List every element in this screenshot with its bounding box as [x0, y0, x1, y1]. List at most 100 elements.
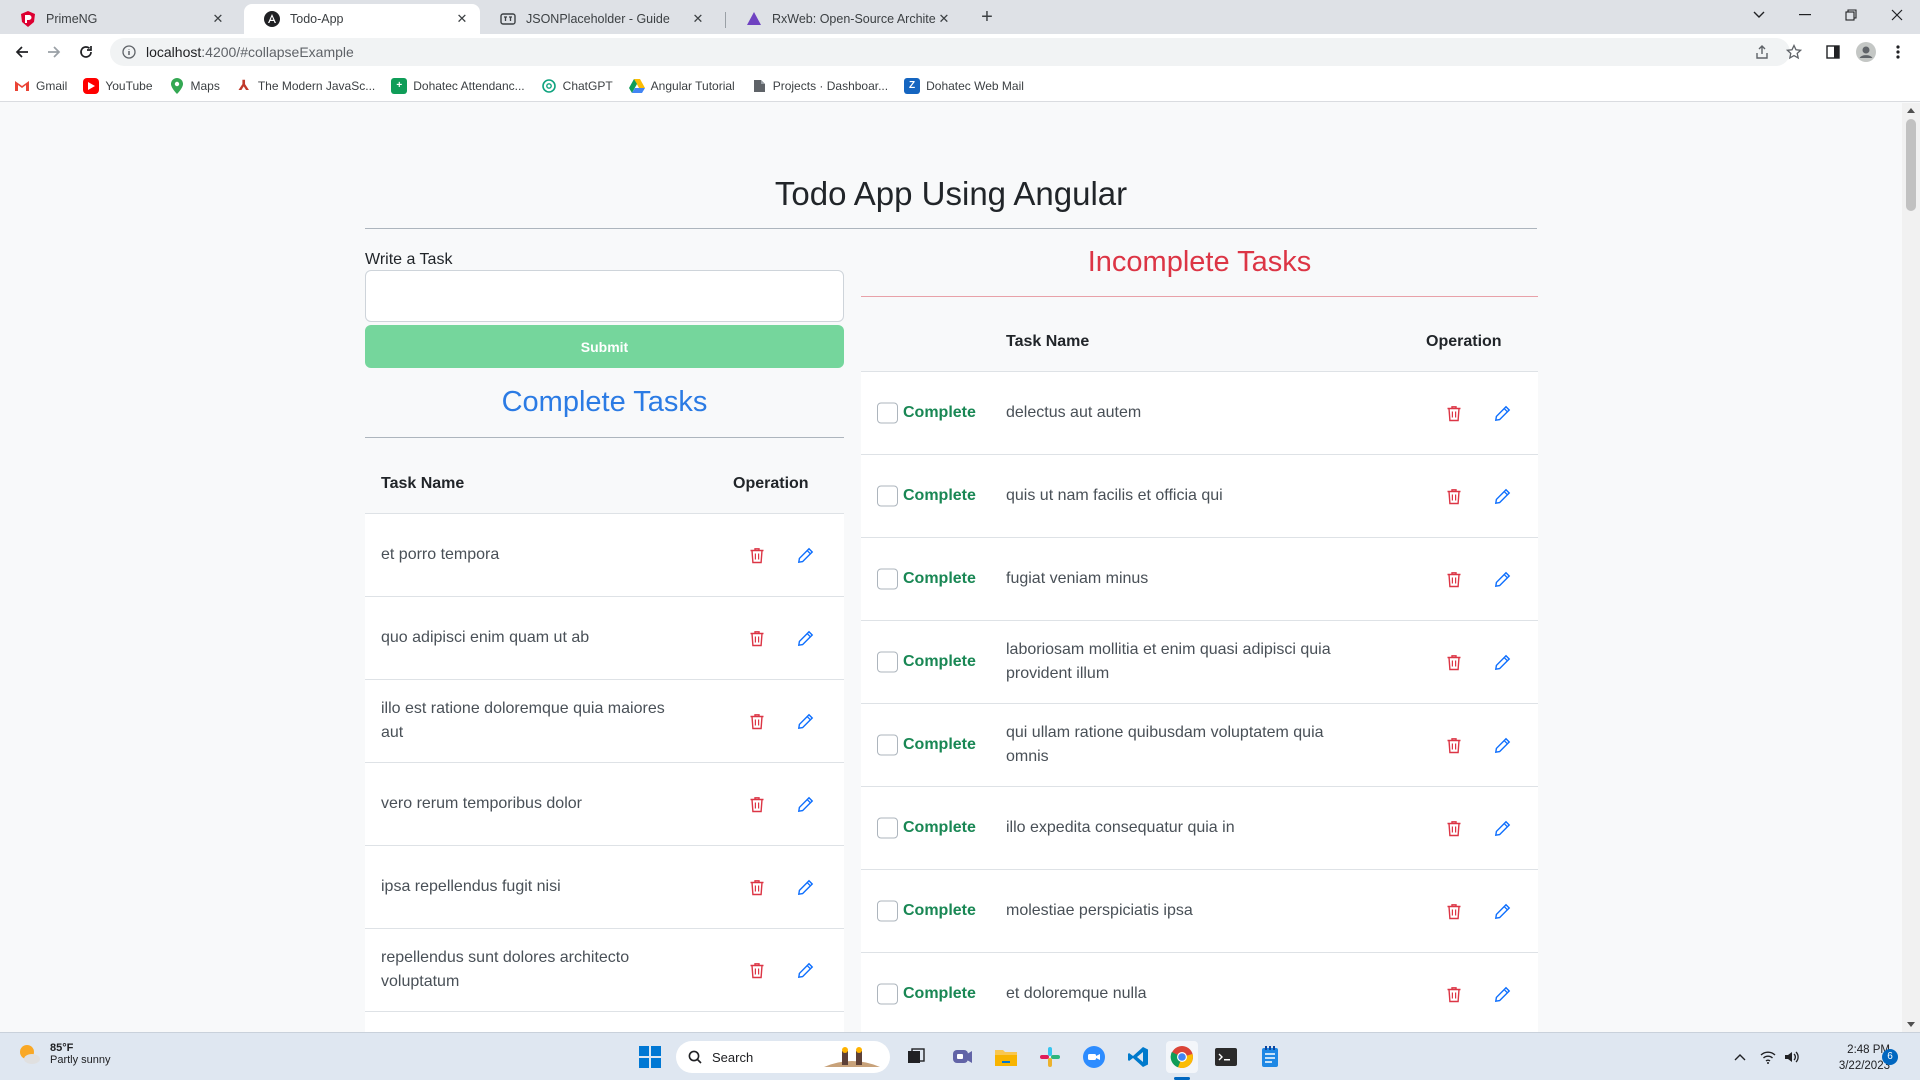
taskbar-clock[interactable]: 2:48 PM 3/22/2023 — [1810, 1042, 1890, 1074]
close-tab-icon[interactable]: ✕ — [690, 11, 706, 27]
task-view-icon[interactable] — [900, 1041, 932, 1073]
delete-icon[interactable] — [1443, 900, 1465, 922]
complete-label[interactable]: Complete — [903, 736, 976, 754]
volume-icon[interactable] — [1780, 1041, 1804, 1073]
close-tab-icon[interactable]: ✕ — [210, 11, 226, 27]
complete-label[interactable]: Complete — [903, 570, 976, 588]
edit-icon[interactable] — [1491, 651, 1513, 673]
taskbar-search-box[interactable]: Search — [676, 1041, 890, 1073]
table-row: ipsa repellendus fugit nisi — [365, 846, 844, 929]
site-info-icon[interactable] — [122, 45, 136, 59]
complete-label[interactable]: Complete — [903, 819, 976, 837]
complete-label[interactable]: Complete — [903, 653, 976, 671]
complete-checkbox[interactable] — [877, 485, 898, 507]
complete-checkbox[interactable] — [877, 817, 898, 839]
complete-label[interactable]: Complete — [903, 902, 976, 920]
scrollbar-thumb[interactable] — [1906, 119, 1916, 211]
scroll-down-arrow-icon[interactable] — [1907, 1022, 1915, 1027]
notepad-icon[interactable] — [1254, 1041, 1286, 1073]
scroll-up-arrow-icon[interactable] — [1907, 108, 1915, 113]
edit-icon[interactable] — [794, 876, 816, 898]
teams-chat-icon[interactable] — [946, 1041, 978, 1073]
reload-icon[interactable] — [74, 40, 98, 64]
close-tab-icon[interactable]: ✕ — [936, 11, 952, 27]
bookmark-projects-dashboard[interactable]: Projects · Dashboar... — [751, 78, 888, 94]
back-icon[interactable] — [10, 40, 34, 64]
edit-icon[interactable] — [794, 544, 816, 566]
delete-icon[interactable] — [746, 876, 768, 898]
browser-tab-jsonplaceholder[interactable]: JSONPlaceholder - Guide ✕ — [480, 4, 716, 34]
bookmark-modern-js[interactable]: ⅄ The Modern JavaSc... — [236, 77, 376, 94]
bookmark-gmail[interactable]: Gmail — [14, 78, 67, 94]
delete-icon[interactable] — [746, 544, 768, 566]
bookmark-angular-tutorial[interactable]: Angular Tutorial — [628, 78, 735, 94]
bookmark-star-icon[interactable] — [1784, 42, 1804, 62]
delete-icon[interactable] — [1443, 402, 1465, 424]
notification-badge[interactable]: 6 — [1882, 1049, 1898, 1065]
bookmark-chatgpt[interactable]: ChatGPT — [541, 78, 613, 94]
complete-label[interactable]: Complete — [903, 404, 976, 422]
delete-icon[interactable] — [746, 627, 768, 649]
tab-search-icon[interactable] — [1736, 0, 1782, 30]
delete-icon[interactable] — [746, 793, 768, 815]
bookmark-dohatec-webmail[interactable]: Z Dohatec Web Mail — [904, 77, 1024, 94]
edit-icon[interactable] — [1491, 568, 1513, 590]
forward-icon[interactable] — [42, 40, 66, 64]
submit-button[interactable]: Submit — [365, 325, 844, 368]
browser-tab-primeng[interactable]: PrimeNG ✕ — [0, 4, 236, 34]
wifi-icon[interactable] — [1756, 1041, 1780, 1073]
delete-icon[interactable] — [746, 959, 768, 981]
delete-icon[interactable] — [746, 710, 768, 732]
chrome-icon[interactable] — [1166, 1041, 1198, 1073]
zoom-icon[interactable] — [1078, 1041, 1110, 1073]
complete-checkbox[interactable] — [877, 402, 898, 424]
complete-checkbox[interactable] — [877, 900, 898, 922]
side-panel-icon[interactable] — [1823, 42, 1843, 62]
edit-icon[interactable] — [1491, 485, 1513, 507]
delete-icon[interactable] — [1443, 817, 1465, 839]
browser-tab-rxweb[interactable]: RxWeb: Open-Source Architectur ✕ — [726, 4, 962, 34]
browser-tab-todo-app[interactable]: Todo-App ✕ — [244, 4, 480, 34]
edit-icon[interactable] — [1491, 734, 1513, 756]
show-hidden-icons-chevron-icon[interactable] — [1724, 1041, 1756, 1073]
terminal-icon[interactable] — [1210, 1041, 1242, 1073]
bookmark-maps[interactable]: Maps — [169, 77, 220, 94]
browser-menu-icon[interactable] — [1888, 42, 1908, 62]
slack-icon[interactable] — [1034, 1041, 1066, 1073]
edit-icon[interactable] — [794, 627, 816, 649]
edit-icon[interactable] — [794, 710, 816, 732]
complete-checkbox[interactable] — [877, 651, 898, 673]
page-scrollbar[interactable] — [1902, 103, 1920, 1032]
complete-checkbox[interactable] — [877, 983, 898, 1005]
new-tab-button[interactable]: + — [976, 7, 998, 29]
edit-icon[interactable] — [1491, 900, 1513, 922]
edit-icon[interactable] — [794, 959, 816, 981]
complete-checkbox[interactable] — [877, 568, 898, 590]
weather-widget[interactable]: 85°F Partly sunny — [16, 1041, 111, 1067]
minimize-icon[interactable] — [1782, 0, 1828, 30]
delete-icon[interactable] — [1443, 983, 1465, 1005]
delete-icon[interactable] — [1443, 485, 1465, 507]
restore-icon[interactable] — [1828, 0, 1874, 30]
delete-icon[interactable] — [1443, 651, 1465, 673]
complete-label[interactable]: Complete — [903, 985, 976, 1003]
profile-avatar-icon[interactable] — [1856, 42, 1876, 62]
start-icon[interactable] — [634, 1041, 666, 1073]
delete-icon[interactable] — [1443, 568, 1465, 590]
vscode-icon[interactable] — [1122, 1041, 1154, 1073]
file-explorer-icon[interactable] — [990, 1041, 1022, 1073]
complete-checkbox[interactable] — [877, 734, 898, 756]
bookmark-youtube[interactable]: YouTube — [83, 77, 153, 94]
bookmark-dohatec-attendance[interactable]: + Dohatec Attendanc... — [391, 77, 525, 94]
complete-label[interactable]: Complete — [903, 487, 976, 505]
share-icon[interactable] — [1752, 42, 1772, 62]
close-window-icon[interactable] — [1874, 0, 1920, 30]
close-tab-icon[interactable]: ✕ — [454, 11, 470, 27]
delete-icon[interactable] — [1443, 734, 1465, 756]
edit-icon[interactable] — [1491, 402, 1513, 424]
address-bar[interactable]: localhost:4200/#collapseExample — [110, 38, 1790, 66]
edit-icon[interactable] — [1491, 817, 1513, 839]
task-input[interactable] — [365, 270, 844, 322]
edit-icon[interactable] — [794, 793, 816, 815]
edit-icon[interactable] — [1491, 983, 1513, 1005]
